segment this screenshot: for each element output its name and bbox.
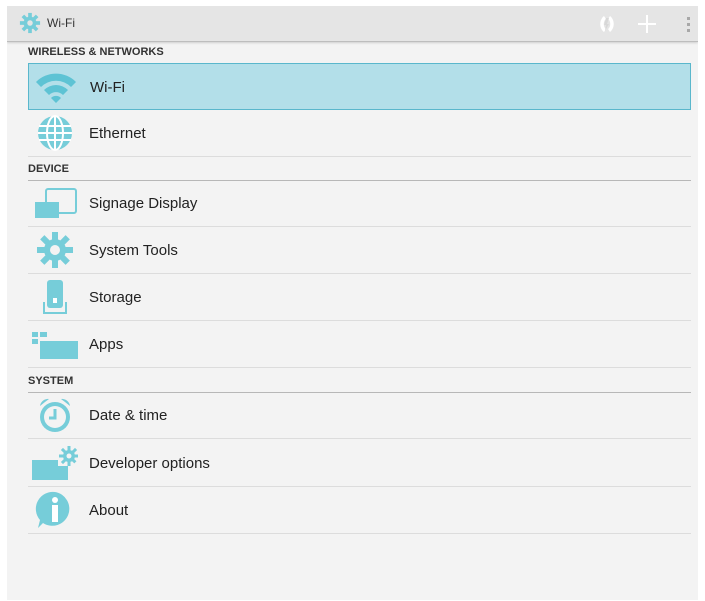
settings-item-label: Storage xyxy=(89,289,142,306)
display-icon xyxy=(35,188,77,218)
settings-item-signage-display[interactable]: Signage Display xyxy=(28,180,691,227)
section-header-system: SYSTEM xyxy=(28,374,691,393)
wps-icon[interactable] xyxy=(595,12,619,36)
storage-icon xyxy=(43,280,67,314)
overflow-menu-icon[interactable] xyxy=(683,12,695,36)
settings-item-label: Signage Display xyxy=(89,195,198,212)
settings-item-date-time[interactable]: Date & time xyxy=(28,392,691,439)
settings-item-apps[interactable]: Apps xyxy=(28,321,691,368)
add-icon[interactable] xyxy=(635,12,659,36)
settings-item-label: Apps xyxy=(89,336,124,353)
apps-icon xyxy=(32,332,78,359)
wifi-icon xyxy=(36,73,76,103)
settings-item-label: Ethernet xyxy=(89,125,146,142)
settings-item-label: Date & time xyxy=(89,407,168,424)
page-title: Wi-Fi xyxy=(47,16,75,30)
alarm-clock-icon xyxy=(40,398,70,432)
settings-item-developer-options[interactable]: Developer options xyxy=(28,440,691,487)
developer-gear-icon xyxy=(32,446,78,480)
settings-item-ethernet[interactable]: Ethernet xyxy=(28,110,691,157)
section-header-wireless: WIRELESS & NETWORKS xyxy=(28,45,691,64)
settings-screen: Wi-Fi WIRELESS & NETWORKS Wi-Fi Ethernet… xyxy=(7,6,698,600)
info-icon xyxy=(35,491,70,528)
gear-icon xyxy=(37,232,73,268)
settings-item-label: Developer options xyxy=(89,455,210,472)
settings-item-label: System Tools xyxy=(89,242,178,259)
globe-icon xyxy=(38,115,72,151)
action-bar: Wi-Fi xyxy=(7,6,698,42)
settings-item-label: Wi-Fi xyxy=(90,79,125,96)
section-header-device: DEVICE xyxy=(28,162,691,181)
settings-item-system-tools[interactable]: System Tools xyxy=(28,227,691,274)
settings-item-wifi[interactable]: Wi-Fi xyxy=(28,63,691,110)
settings-item-storage[interactable]: Storage xyxy=(28,274,691,321)
settings-item-label: About xyxy=(89,502,129,519)
settings-item-about[interactable]: About xyxy=(28,487,691,534)
gear-icon[interactable] xyxy=(19,12,41,34)
